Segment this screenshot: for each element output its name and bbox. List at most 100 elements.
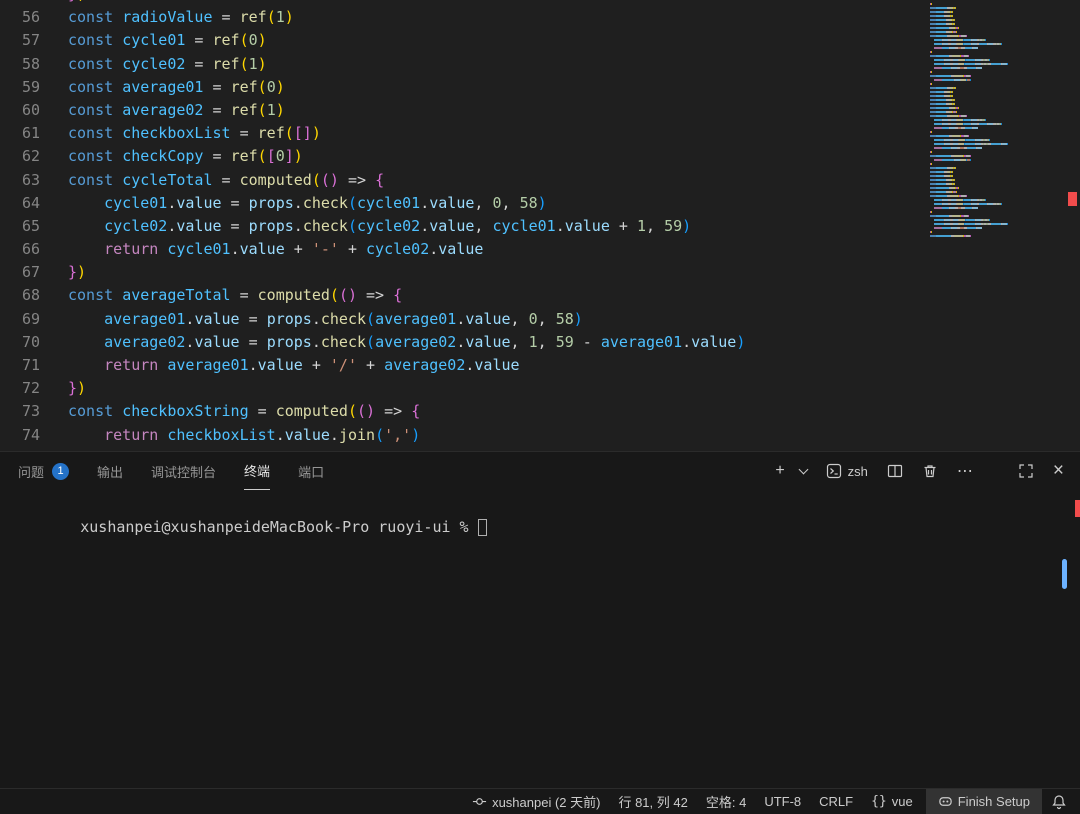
- code-line-69[interactable]: 69 average01.value = props.check(average…: [0, 310, 745, 333]
- code-line-70[interactable]: 70 average02.value = props.check(average…: [0, 333, 745, 356]
- git-commit-icon: [472, 794, 487, 809]
- minimap-line: [930, 83, 1008, 85]
- indentation-indicator[interactable]: 空格: 4: [697, 789, 755, 814]
- cursor-position-indicator[interactable]: 行 81, 列 42: [609, 789, 696, 814]
- line-number: 73: [0, 402, 40, 420]
- minimap-line: [930, 71, 1008, 73]
- close-panel-button[interactable]: ×: [1051, 458, 1066, 484]
- code-line-63[interactable]: 63const cycleTotal = computed(() => {: [0, 171, 745, 194]
- terminal[interactable]: xushanpei@xushanpeideMacBook-Pro ruoyi-u…: [0, 490, 1080, 788]
- code-text: average01.value = props.check(average01.…: [68, 310, 583, 328]
- line-number: 70: [0, 333, 40, 351]
- minimap-line: [930, 115, 1008, 117]
- line-number: 71: [0, 356, 40, 374]
- minimap-line: [930, 219, 1008, 221]
- code-line-66[interactable]: 66 return cycle01.value + '-' + cycle02.…: [0, 240, 745, 263]
- panel-tab-debug-console[interactable]: 调试控制台: [151, 452, 216, 490]
- minimap-line: [930, 171, 1008, 173]
- code-line-58[interactable]: 58 const cycle02 = ref(1): [0, 55, 745, 78]
- code-line-67[interactable]: 67}): [0, 263, 745, 286]
- line-number: 72: [0, 379, 40, 397]
- code-text: average02.value = props.check(average02.…: [68, 333, 745, 351]
- panel-tab-label: 问题: [18, 462, 44, 481]
- eol-indicator[interactable]: CRLF: [810, 789, 862, 814]
- new-terminal-button[interactable]: +: [773, 460, 786, 482]
- code-line-55[interactable]: 55}): [0, 0, 745, 8]
- close-icon: ×: [1053, 460, 1064, 482]
- panel-tab-ports[interactable]: 端口: [298, 452, 324, 490]
- panel-tab-terminal[interactable]: 终端: [244, 452, 270, 490]
- status-bar: xushanpei (2 天前) 行 81, 列 42 空格: 4 UTF-8 …: [0, 788, 1080, 814]
- language-mode-indicator[interactable]: {} vue: [862, 789, 922, 814]
- line-number: 56: [0, 8, 40, 26]
- terminal-scrollbar-thumb[interactable]: [1062, 559, 1067, 589]
- panel-tab-bar: 问题1 输出调试控制台 终端 端口: [18, 452, 773, 490]
- code-text: const averageTotal = computed(() => {: [68, 286, 402, 304]
- minimap-line: [930, 195, 1008, 197]
- minimap-line: [930, 99, 1008, 101]
- minimap-line: [930, 147, 1008, 149]
- minimap-line: [930, 67, 1008, 69]
- plus-icon: +: [775, 462, 784, 480]
- minimap-line: [930, 167, 1008, 169]
- ellipsis-icon: ⋯: [957, 461, 973, 481]
- panel-tab-output[interactable]: 输出: [97, 452, 123, 490]
- code-line-74[interactable]: 74 return checkboxList.value.join(','): [0, 426, 745, 449]
- minimap-line: [930, 23, 1008, 25]
- code-editor[interactable]: 55})56const radioValue = ref(1)57const c…: [0, 0, 1080, 451]
- minimap-line: [930, 79, 1008, 81]
- code-line-73[interactable]: 73const checkboxString = computed(() => …: [0, 402, 745, 425]
- line-number: 58: [0, 55, 40, 73]
- code-line-61[interactable]: 61const checkboxList = ref([]): [0, 124, 745, 147]
- minimap-line: [930, 151, 1008, 153]
- minimap-line: [930, 95, 1008, 97]
- code-text: const cycle02 = ref(1): [68, 55, 267, 73]
- minimap-line: [930, 179, 1008, 181]
- minimap-line: [930, 39, 1008, 41]
- minimap-line: [930, 203, 1008, 205]
- terminal-instance-selector[interactable]: zsh: [824, 461, 870, 481]
- code-line-56[interactable]: 56const radioValue = ref(1): [0, 8, 745, 31]
- finish-setup-button[interactable]: Finish Setup: [926, 789, 1042, 814]
- code-text: cycle01.value = props.check(cycle01.valu…: [68, 194, 547, 212]
- minimap-line: [930, 175, 1008, 177]
- eol-label: CRLF: [819, 794, 853, 809]
- split-terminal-button[interactable]: [885, 461, 905, 481]
- minimap-line: [930, 87, 1008, 89]
- split-pane-icon: [887, 463, 903, 479]
- more-actions-button[interactable]: ⋯: [955, 459, 975, 483]
- code-line-62[interactable]: 62const checkCopy = ref([0]): [0, 147, 745, 170]
- code-line-64[interactable]: 64 cycle01.value = props.check(cycle01.v…: [0, 194, 745, 217]
- code-line-57[interactable]: 57const cycle01 = ref(0): [0, 31, 745, 54]
- code-text: return checkboxList.value.join(','): [68, 426, 420, 444]
- terminal-prompt: xushanpei@xushanpeideMacBook-Pro ruoyi-u…: [80, 518, 468, 536]
- code-line-71[interactable]: 71 return average01.value + '/' + averag…: [0, 356, 745, 379]
- terminal-profile-dropdown-button[interactable]: [802, 468, 809, 475]
- code-text: cycle02.value = props.check(cycle02.valu…: [68, 217, 691, 235]
- minimap-line: [930, 47, 1008, 49]
- panel-tab-problems[interactable]: 问题1: [18, 452, 69, 490]
- maximize-panel-button[interactable]: [1016, 461, 1036, 481]
- minimap-line: [930, 131, 1008, 133]
- braces-icon: {}: [871, 794, 887, 809]
- code-text: return cycle01.value + '-' + cycle02.val…: [68, 240, 483, 258]
- minimap-line: [930, 199, 1008, 201]
- encoding-indicator[interactable]: UTF-8: [755, 789, 810, 814]
- scm-blame-info[interactable]: xushanpei (2 天前): [463, 789, 609, 814]
- line-number: 67: [0, 263, 40, 281]
- kill-terminal-button[interactable]: [920, 461, 940, 481]
- panel-tab-label: 终端: [244, 461, 270, 480]
- code-line-68[interactable]: 68const averageTotal = computed(() => {: [0, 286, 745, 309]
- terminal-command-error-marker: [1075, 500, 1080, 517]
- code-line-72[interactable]: 72}): [0, 379, 745, 402]
- terminal-prompt-line: xushanpei@xushanpeideMacBook-Pro ruoyi-u…: [0, 490, 1080, 554]
- code-text: const average02 = ref(1): [68, 101, 285, 119]
- minimap-line: [930, 223, 1008, 225]
- code-line-65[interactable]: 65 cycle02.value = props.check(cycle02.v…: [0, 217, 745, 240]
- code-line-60[interactable]: 60const average02 = ref(1): [0, 101, 745, 124]
- line-number: 63: [0, 171, 40, 189]
- code-line-59[interactable]: 59const average01 = ref(0): [0, 78, 745, 101]
- notifications-button[interactable]: [1042, 789, 1076, 814]
- minimap[interactable]: [930, 3, 1008, 239]
- minimap-line: [930, 31, 1008, 33]
